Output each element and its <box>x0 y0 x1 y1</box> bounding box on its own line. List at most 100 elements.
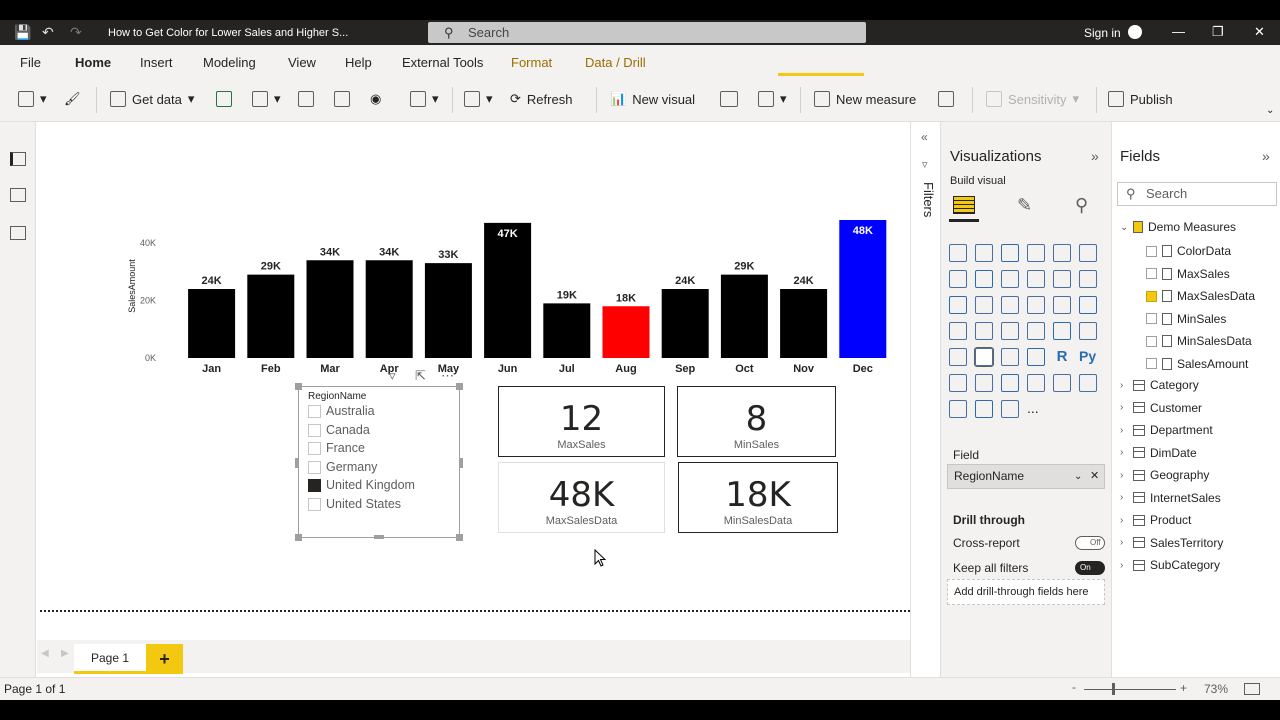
more-options-icon[interactable]: ⋯ <box>441 368 454 384</box>
more-visuals-button[interactable]: ▾ <box>758 91 787 107</box>
sign-in-link[interactable]: Sign in <box>1084 26 1121 40</box>
menu-data-drill[interactable]: Data / Drill <box>585 55 646 70</box>
narrative-icon[interactable] <box>1027 374 1045 392</box>
collapse-pane-icon[interactable]: » <box>1091 148 1099 164</box>
table-item[interactable]: › Category <box>1120 378 1199 392</box>
sales-column-chart[interactable]: SalesAmount 0K 20K 40K 24K Jan 29K Feb 34K Mar 34K… <box>120 196 890 376</box>
fit-to-page-icon[interactable] <box>1244 683 1260 695</box>
slicer-checkbox-checked[interactable] <box>308 478 321 492</box>
shape-map-icon[interactable] <box>1001 322 1019 340</box>
measure-checkbox[interactable] <box>1146 335 1157 347</box>
sql-button[interactable] <box>298 91 314 107</box>
donut-icon[interactable] <box>1053 296 1071 314</box>
zoom-in-icon[interactable]: + <box>1180 681 1187 695</box>
next-page-icon[interactable]: ▶ <box>61 648 69 659</box>
refresh-button[interactable]: ⟳ Refresh <box>510 91 572 107</box>
slicer-checkbox[interactable] <box>308 441 321 455</box>
100-bar-icon[interactable] <box>1053 244 1071 262</box>
menu-help[interactable]: Help <box>345 55 372 70</box>
slicer-option-united-kingdom[interactable]: United Kingdom <box>308 478 415 492</box>
funnel-icon[interactable] <box>975 296 993 314</box>
key-influencers-icon[interactable] <box>949 374 967 392</box>
filters-pane-collapsed[interactable]: « ▿ Filters <box>910 122 941 685</box>
field-well-regionname[interactable]: RegionName ⌄ ✕ <box>947 464 1105 489</box>
build-visual-tab[interactable] <box>949 192 979 222</box>
measure-checkbox[interactable] <box>1146 245 1157 257</box>
treemap-icon[interactable] <box>1079 296 1097 314</box>
stacked-column-icon[interactable] <box>975 244 993 262</box>
slicer-option-germany[interactable]: Germany <box>308 460 377 474</box>
slicer-option-france[interactable]: France <box>308 441 365 455</box>
waterfall-icon[interactable] <box>949 296 967 314</box>
measure-item[interactable]: ColorData <box>1146 244 1231 258</box>
page-tab-1[interactable]: Page 1 <box>74 644 146 674</box>
slicer-icon[interactable] <box>974 347 994 367</box>
ribbon-expand-icon[interactable]: ⌄ <box>1266 105 1274 116</box>
card-minsalesdata[interactable]: 18K MinSalesData <box>678 462 838 533</box>
bar-mar[interactable] <box>306 260 354 358</box>
card-icon[interactable] <box>1053 322 1071 340</box>
bar-oct[interactable] <box>720 274 768 358</box>
bar-sep[interactable] <box>661 289 709 358</box>
card-minsales[interactable]: 8 MinSales <box>677 386 836 457</box>
format-painter-button[interactable]: 🖌 <box>64 91 81 107</box>
add-page-button[interactable]: + <box>146 644 183 674</box>
kpi-icon[interactable] <box>949 348 967 366</box>
fields-search-input[interactable]: ⚲ Search <box>1117 182 1277 206</box>
slicer-option-united-states[interactable]: United States <box>308 497 401 511</box>
minimize-icon[interactable]: — <box>1172 24 1185 39</box>
transform-data-button[interactable]: ▾ <box>464 91 493 107</box>
bar-jul[interactable] <box>543 303 591 358</box>
collapse-fields-icon[interactable]: » <box>1262 148 1270 164</box>
paginated-icon[interactable] <box>1053 374 1071 392</box>
table-item[interactable]: › DimDate <box>1120 446 1197 460</box>
chevron-down-icon[interactable]: ⌄ <box>1074 465 1082 488</box>
new-visual-button[interactable]: 📊 New visual <box>610 91 695 107</box>
more-icon[interactable]: ... <box>1027 400 1045 418</box>
qa-icon[interactable] <box>1001 374 1019 392</box>
measure-item[interactable]: MaxSales <box>1146 267 1230 281</box>
paste-button[interactable]: ▾ <box>18 91 47 107</box>
stacked-bar-icon[interactable] <box>949 244 967 262</box>
menu-view[interactable]: View <box>288 55 316 70</box>
resize-handle[interactable] <box>374 535 384 539</box>
measure-checkbox[interactable] <box>1146 313 1157 324</box>
line-column-icon[interactable] <box>1027 270 1045 288</box>
menu-format[interactable]: Format <box>511 55 552 70</box>
save-icon[interactable]: 💾 <box>14 24 31 41</box>
filter-icon[interactable]: ▿ <box>389 368 396 384</box>
prev-page-icon[interactable]: ◀ <box>41 648 49 659</box>
table-item[interactable]: › Geography <box>1120 468 1209 482</box>
table-item[interactable]: › SalesTerritory <box>1120 536 1223 550</box>
dataverse-button[interactable]: ◉ <box>370 91 381 107</box>
menu-home[interactable]: Home <box>75 55 111 70</box>
decomp-tree-icon[interactable] <box>975 374 993 392</box>
close-icon[interactable]: ✕ <box>1254 24 1265 40</box>
new-measure-button[interactable]: New measure <box>814 91 916 107</box>
r-visual-icon[interactable]: R <box>1053 348 1071 366</box>
card-maxsales[interactable]: 12 MaxSales <box>498 386 665 457</box>
area-icon[interactable] <box>975 270 993 288</box>
bar-apr[interactable] <box>365 260 413 358</box>
measure-item[interactable]: MinSales <box>1146 312 1226 326</box>
clustered-bar-icon[interactable] <box>1001 244 1019 262</box>
bar-may[interactable] <box>424 263 472 358</box>
data-view-icon[interactable] <box>10 188 26 202</box>
zoom-out-icon[interactable]: - <box>1072 680 1076 694</box>
menu-modeling[interactable]: Modeling <box>203 55 256 70</box>
expand-filters-icon[interactable]: « <box>921 130 928 144</box>
table-item[interactable]: › Product <box>1120 513 1191 527</box>
slicer-checkbox[interactable] <box>308 460 321 474</box>
multi-row-card-icon[interactable] <box>1079 322 1097 340</box>
drill-through-dropzone[interactable]: Add drill-through fields here <box>947 579 1105 605</box>
diamond-icon[interactable] <box>975 400 993 418</box>
resize-handle[interactable] <box>456 534 463 541</box>
analytics-icon[interactable]: ⚲ <box>1075 195 1088 216</box>
get-data-button[interactable]: Get data ▾ <box>110 91 194 107</box>
undo-icon[interactable]: ↶ <box>42 24 54 41</box>
measure-checkbox[interactable] <box>1146 358 1157 369</box>
data-hub-button[interactable]: ▾ <box>252 91 281 107</box>
line-icon[interactable] <box>949 270 967 288</box>
focus-mode-icon[interactable]: ⇱ <box>415 368 426 384</box>
table-icon[interactable] <box>1001 348 1019 366</box>
